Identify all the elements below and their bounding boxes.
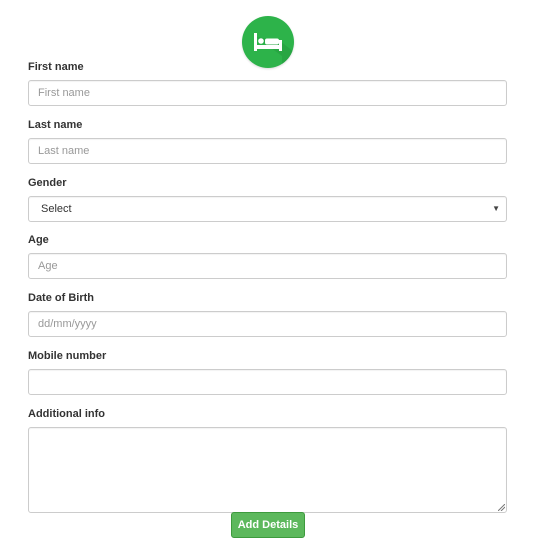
details-form: First name Last name Gender Select ▼ Age… (28, 60, 507, 513)
gender-label: Gender (28, 177, 67, 189)
chevron-down-icon: ▼ (492, 204, 500, 213)
additional-info-wrapper (28, 427, 507, 513)
dob-label: Date of Birth (28, 292, 94, 304)
add-details-button[interactable]: Add Details (231, 512, 305, 538)
resize-grip-icon[interactable] (498, 504, 505, 511)
first-name-label: First name (28, 61, 84, 73)
additional-info-label: Additional info (28, 408, 105, 420)
age-label: Age (28, 234, 49, 246)
mobile-input[interactable] (28, 369, 507, 395)
last-name-input[interactable] (28, 138, 507, 164)
additional-info-textarea[interactable] (28, 427, 507, 513)
gender-select[interactable]: Select ▼ (28, 196, 507, 222)
first-name-input[interactable] (28, 80, 507, 106)
mobile-label: Mobile number (28, 350, 107, 362)
dob-input[interactable] (28, 311, 507, 337)
age-input[interactable] (28, 253, 507, 279)
last-name-label: Last name (28, 119, 83, 131)
gender-select-value: Select (41, 203, 72, 215)
